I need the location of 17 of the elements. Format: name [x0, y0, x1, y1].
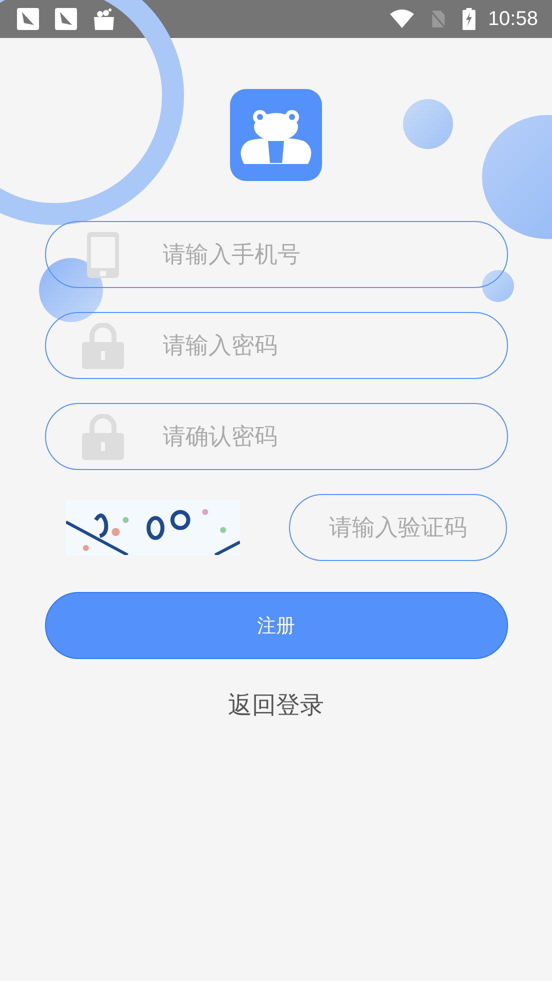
basket-icon — [92, 7, 116, 31]
background-circle — [482, 270, 514, 302]
back-to-login-link[interactable]: 返回登录 — [228, 689, 324, 721]
lock-icon — [82, 323, 124, 369]
input-field[interactable]: 请确认密码 — [44, 403, 508, 470]
captcha-field[interactable]: 请输入验证码 — [289, 494, 507, 561]
input-field[interactable]: 请输入手机号 — [44, 221, 508, 288]
input-field[interactable]: 请输入密码 — [44, 312, 508, 379]
phone-icon — [86, 232, 118, 278]
background-circle — [403, 99, 453, 149]
wifi-icon — [390, 9, 414, 29]
battery-icon — [462, 8, 476, 30]
frog-logo-icon — [230, 89, 322, 181]
clock-time: 10:58 — [488, 8, 538, 30]
notification-icon — [16, 7, 40, 31]
notification-icon — [54, 7, 78, 31]
lock-icon — [82, 414, 124, 460]
